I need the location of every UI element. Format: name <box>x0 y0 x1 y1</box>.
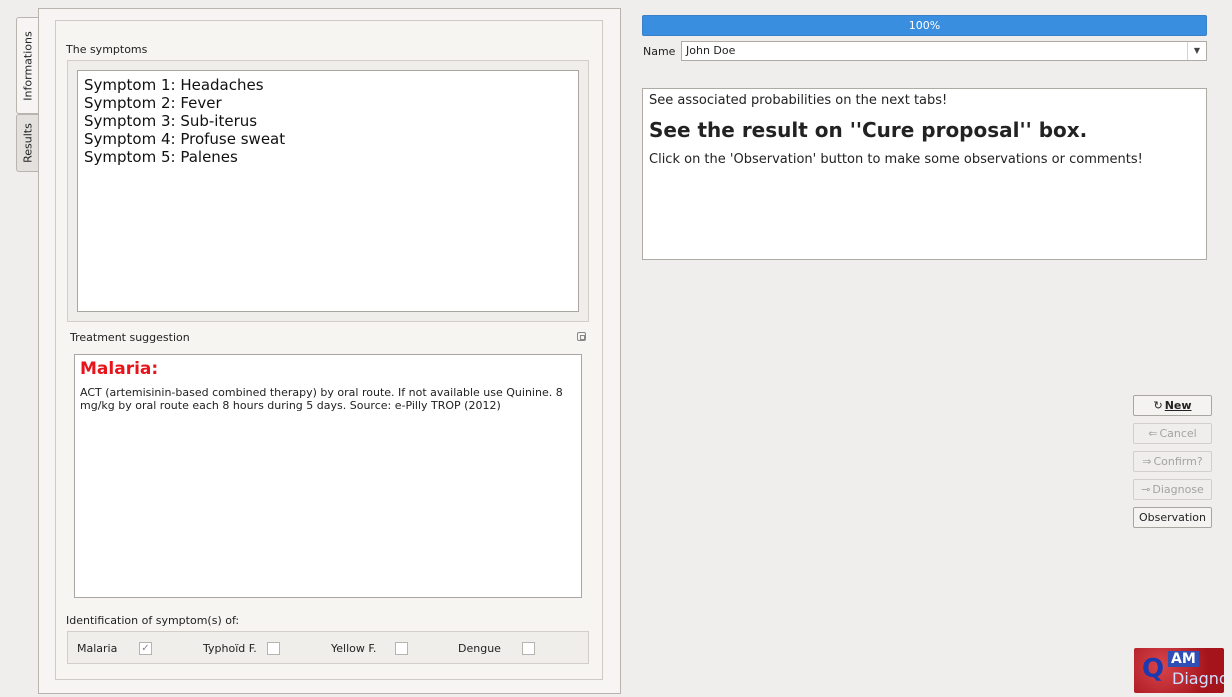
name-combobox[interactable]: John Doe ▼ <box>681 41 1207 61</box>
logo-am: AM <box>1168 651 1199 667</box>
tab-informations-label: Informations <box>21 30 34 101</box>
treatment-title: Treatment suggestion <box>70 331 190 344</box>
symptoms-list[interactable]: Symptom 1: Headaches Symptom 2: Fever Sy… <box>77 70 579 312</box>
symptom-item: Symptom 4: Profuse sweat <box>84 130 286 148</box>
typhoid-checkbox[interactable] <box>267 642 280 655</box>
logo-q-glyph: Q <box>1142 654 1165 684</box>
malaria-label: Malaria <box>77 642 118 655</box>
symptom-item: Symptom 1: Headaches <box>84 76 264 94</box>
symptom-item: Symptom 2: Fever <box>84 94 222 112</box>
tab-results-label: Results <box>21 123 34 163</box>
disease-name: Malaria: <box>80 359 159 379</box>
info-box: See associated probabilities on the next… <box>642 88 1207 260</box>
name-value: John Doe <box>686 44 736 57</box>
malaria-checkbox[interactable]: ✓ <box>139 642 152 655</box>
info-line-2: See the result on ''Cure proposal'' box. <box>649 118 1088 142</box>
logo-diagnos: Diagnos <box>1172 669 1224 688</box>
yellow-fever-label: Yellow F. <box>331 642 377 655</box>
name-label: Name <box>643 45 676 58</box>
identification-title: Identification of symptom(s) of: <box>66 614 240 627</box>
tab-informations[interactable]: Informations <box>16 17 38 114</box>
new-button[interactable]: ↻ New <box>1133 395 1212 416</box>
cancel-button[interactable]: ⇐ Cancel <box>1133 423 1212 444</box>
yellow-fever-checkbox[interactable] <box>395 642 408 655</box>
confirm-button[interactable]: ⇒ Confirm? <box>1133 451 1212 472</box>
dengue-label: Dengue <box>458 642 501 655</box>
key-icon: ⊸ <box>1141 483 1151 496</box>
observation-button[interactable]: Observation <box>1133 507 1212 528</box>
info-line-1: See associated probabilities on the next… <box>649 93 948 108</box>
diagnose-button[interactable]: ⊸ Diagnose <box>1133 479 1212 500</box>
progress-bar: 100% <box>642 15 1207 36</box>
app-logo: Q AM Diagnos <box>1134 648 1224 693</box>
treatment-text: ACT (artemisinin-based combined therapy)… <box>80 386 563 412</box>
symptom-item: Symptom 5: Palenes <box>84 148 238 166</box>
progress-label: 100% <box>908 19 941 32</box>
symptom-item: Symptom 3: Sub-iterus <box>84 112 258 130</box>
confirm-icon: ⇒ <box>1142 455 1152 468</box>
dengue-checkbox[interactable] <box>522 642 535 655</box>
symptoms-title: The symptoms <box>66 43 148 56</box>
new-icon: ↻ <box>1153 399 1163 412</box>
detach-icon[interactable] <box>577 332 586 341</box>
info-line-3: Click on the 'Observation' button to mak… <box>649 152 1143 167</box>
tab-results[interactable]: Results <box>16 114 38 172</box>
chevron-down-icon[interactable]: ▼ <box>1187 42 1206 60</box>
cancel-icon: ⇐ <box>1148 427 1158 440</box>
treatment-box[interactable]: Malaria: ACT (artemisinin-based combined… <box>74 354 582 598</box>
typhoid-label: Typhoïd F. <box>203 642 257 655</box>
